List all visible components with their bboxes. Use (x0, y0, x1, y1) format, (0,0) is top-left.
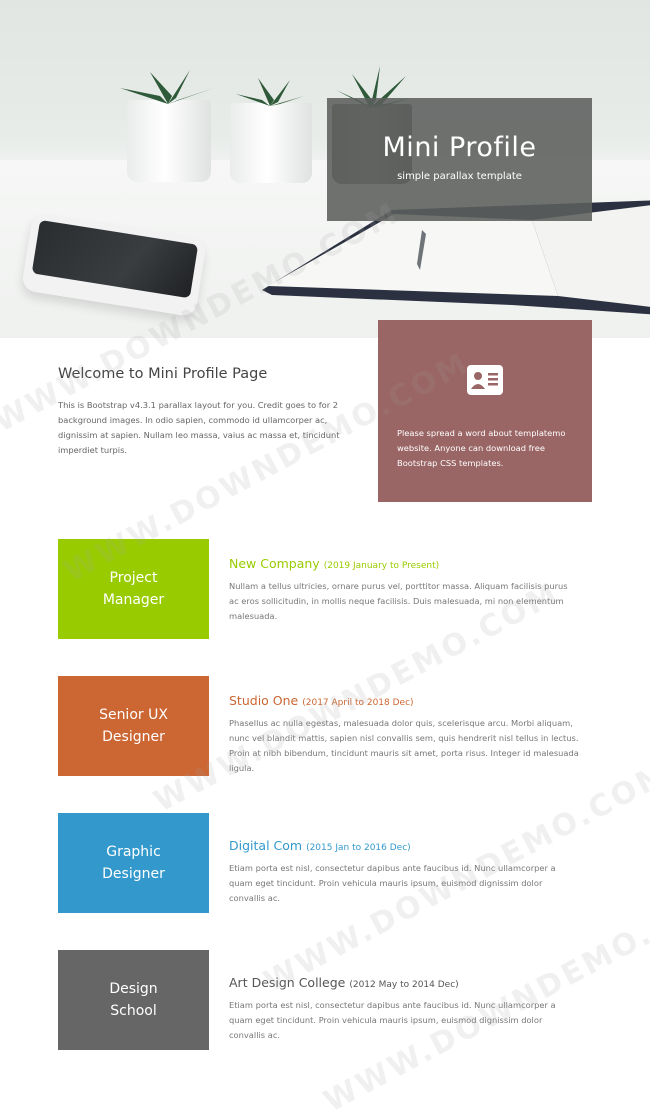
company-name: New Company (229, 556, 320, 571)
company-description: Etiam porta est nisl, consectetur dapibu… (229, 863, 556, 903)
timeline-heading: New Company (2019 January to Present) (229, 556, 579, 571)
timeline-role-box: Project Manager (58, 539, 209, 639)
company-description: Phasellus ac nulla egestas, malesuada do… (229, 718, 579, 773)
share-text: Please spread a word about templatemo we… (397, 428, 566, 468)
timeline-role: Design School (109, 981, 158, 1019)
timeline-heading: Art Design College (2012 May to 2014 Dec… (229, 975, 579, 990)
site-subtitle: simple parallax template (397, 171, 522, 182)
timeline-entry: Art Design College (2012 May to 2014 Dec… (229, 975, 579, 1043)
company-period: (2012 May to 2014 Dec) (349, 980, 459, 990)
timeline-heading: Studio One (2017 April to 2018 Dec) (229, 693, 579, 708)
timeline-role-box: Graphic Designer (58, 813, 209, 913)
site-title: Mini Profile (382, 132, 537, 163)
company-name: Studio One (229, 693, 299, 708)
company-period: (2019 January to Present) (323, 561, 440, 571)
timeline-entry: New Company (2019 January to Present) Nu… (229, 556, 579, 624)
hero-banner: Mini Profile simple parallax template (0, 0, 650, 338)
share-box: Please spread a word about templatemo we… (378, 320, 592, 502)
welcome-heading: Welcome to Mini Profile Page (58, 366, 268, 382)
company-period: (2017 April to 2018 Dec) (302, 698, 414, 708)
contact-card-icon (467, 365, 503, 395)
timeline-heading: Digital Com (2015 Jan to 2016 Dec) (229, 838, 579, 853)
header-title-box: Mini Profile simple parallax template (327, 98, 592, 221)
timeline-entry: Studio One (2017 April to 2018 Dec) Phas… (229, 693, 579, 776)
timeline-role-box: Senior UX Designer (58, 676, 209, 776)
welcome-section: Welcome to Mini Profile Page This is Boo… (58, 366, 358, 458)
timeline-role: Project Manager (102, 570, 165, 608)
timeline-entry: Digital Com (2015 Jan to 2016 Dec) Etiam… (229, 838, 579, 906)
welcome-body: This is Bootstrap v4.3.1 parallax layout… (58, 400, 340, 455)
company-period: (2015 Jan to 2016 Dec) (306, 843, 411, 853)
company-name: Digital Com (229, 838, 303, 853)
timeline-role: Graphic Designer (102, 844, 165, 882)
company-description: Etiam porta est nisl, consectetur dapibu… (229, 1000, 556, 1040)
timeline-role: Senior UX Designer (99, 707, 168, 745)
company-description: Nullam a tellus ultricies, ornare purus … (229, 581, 568, 621)
timeline-role-box: Design School (58, 950, 209, 1050)
company-name: Art Design College (229, 975, 346, 990)
